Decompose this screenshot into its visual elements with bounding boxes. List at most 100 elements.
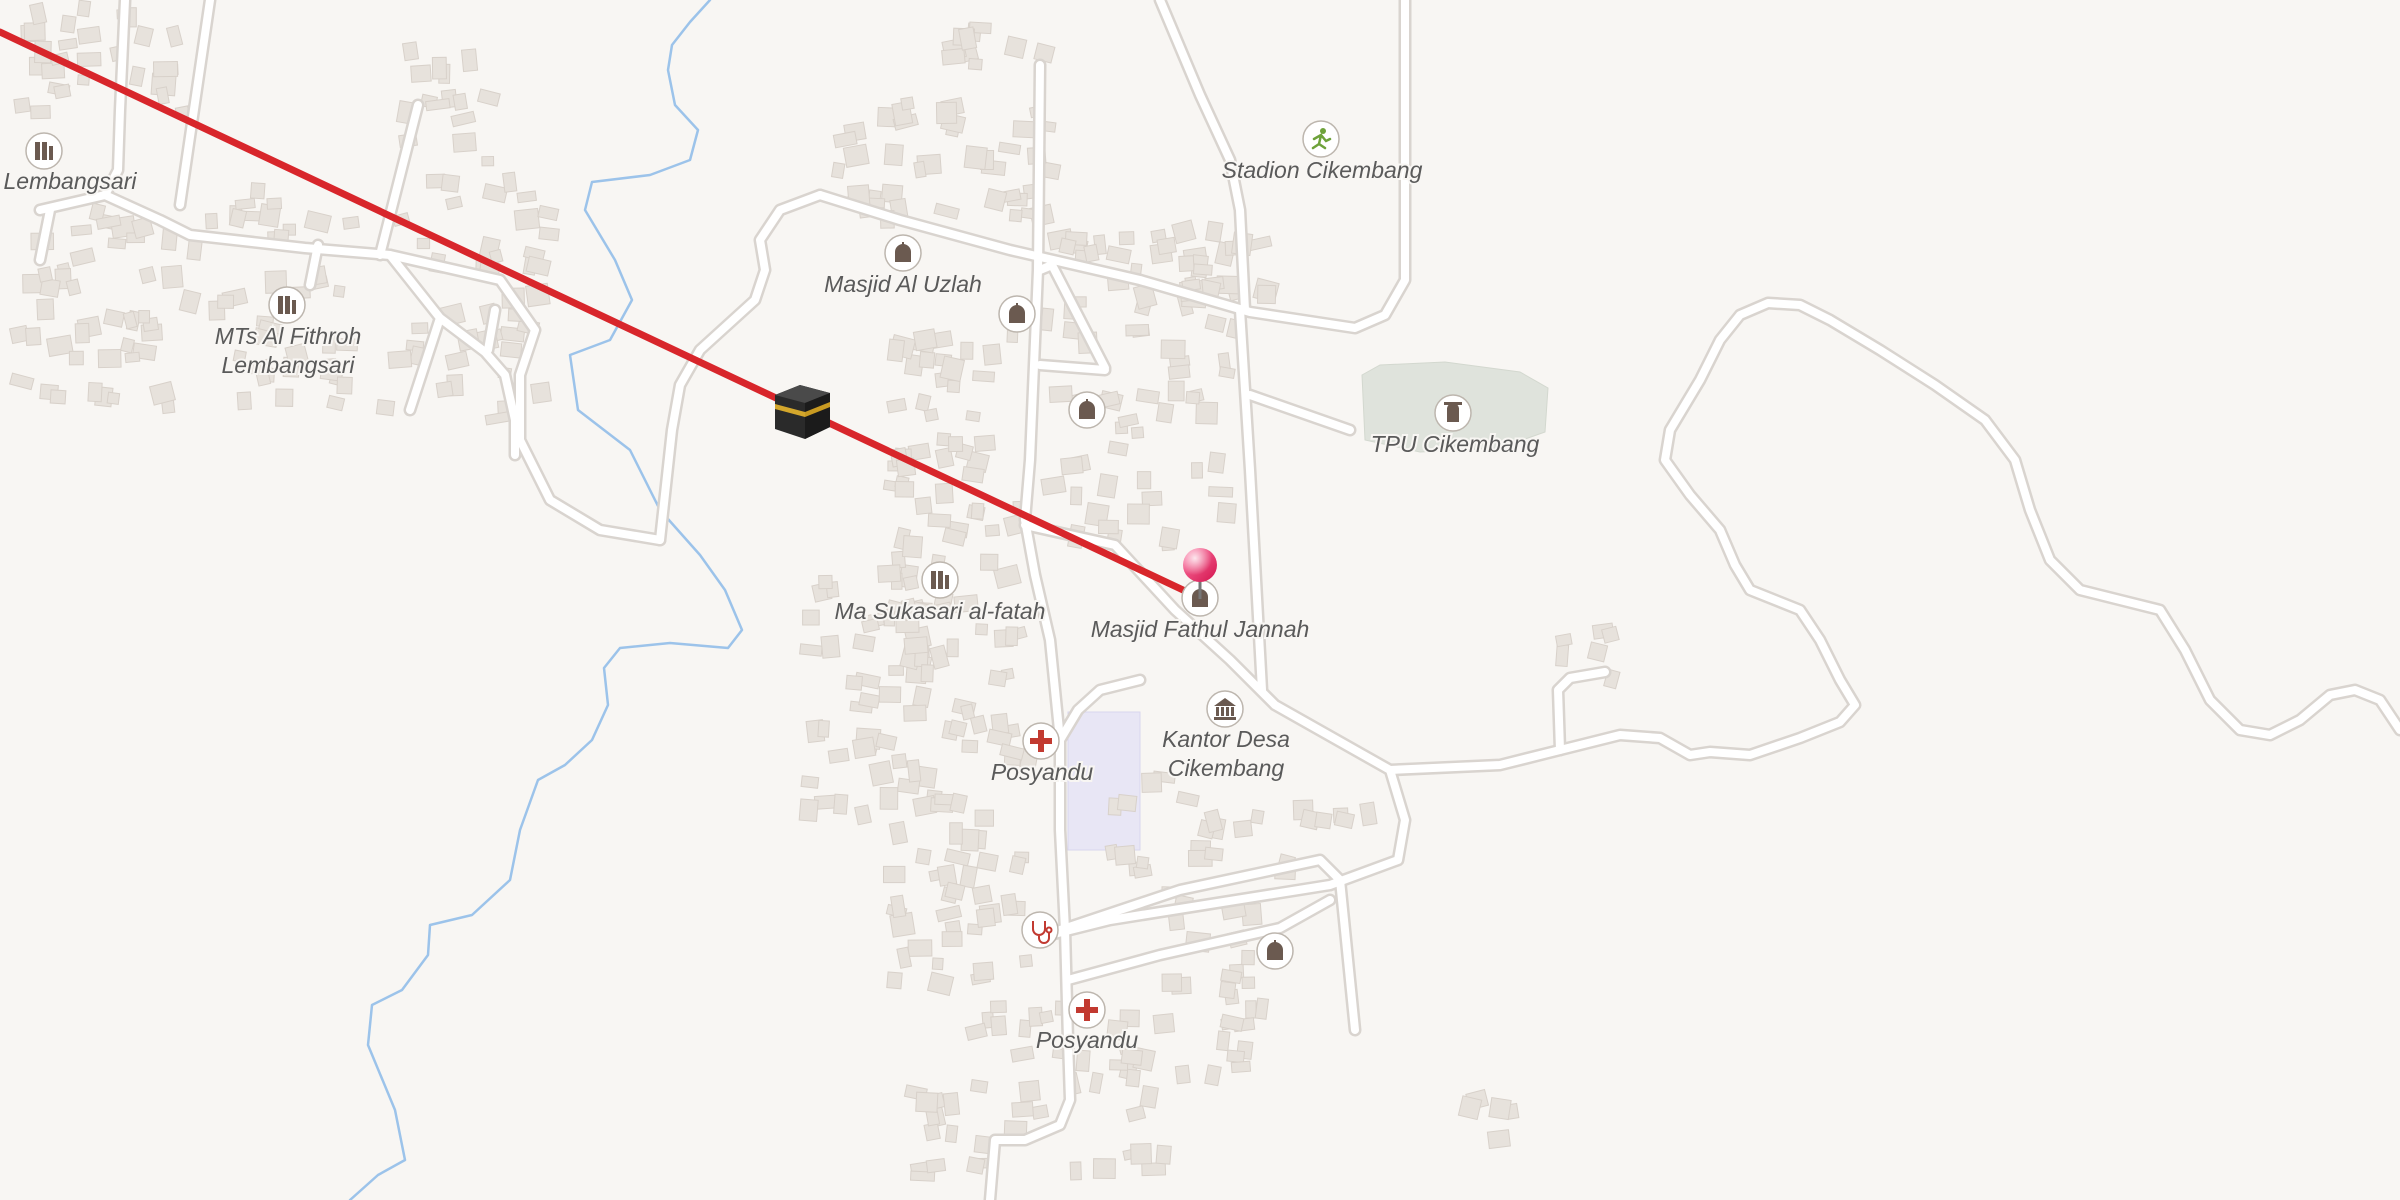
sport-icon[interactable] [1302,120,1340,158]
building-footprint [941,47,966,66]
building-footprint [969,1079,989,1094]
building-footprint [76,25,102,45]
building-footprint [1038,1009,1054,1025]
health-cross-icon[interactable] [1022,722,1060,760]
building-footprint [1457,1095,1483,1121]
building-footprint [336,376,353,395]
building-footprint [1000,893,1019,917]
school-icon[interactable] [268,286,306,324]
building-footprint [903,704,927,722]
building-footprint [411,322,429,335]
building-footprint [431,56,447,80]
building-footprint [915,847,932,866]
building-footprint [1333,810,1356,830]
building-footprint [1190,462,1204,479]
doctor-icon[interactable] [1021,911,1059,949]
building-footprint [53,83,72,100]
building-footprint [1192,263,1213,276]
mosque-icon[interactable] [1256,932,1294,970]
building-footprint [923,407,939,423]
building-footprint [947,436,964,453]
place-label: Kantor Desa [1162,726,1290,752]
building-footprint [1226,1049,1246,1064]
building-footprint [799,643,823,657]
building-footprint [944,1124,959,1144]
building-footprint [902,575,920,591]
building-footprint [976,851,999,872]
building-footprint [1167,364,1191,380]
building-footprint [987,669,1008,688]
building-footprint [1586,641,1609,663]
place-label: Lembangsari [4,168,138,194]
place-label: Posyandu [991,759,1094,785]
school-icon[interactable] [25,132,63,170]
building-footprint [1195,401,1219,425]
building-footprint [1257,284,1277,305]
building-footprint [530,381,552,404]
building-footprint [1205,220,1224,243]
building-footprint [152,61,179,78]
building-footprint [1167,380,1185,402]
building-footprint [234,197,256,211]
building-footprint [925,1158,947,1174]
building-footprint [1116,793,1138,813]
place-label: Masjid Fathul Jannah [1091,616,1310,642]
building-footprint [1156,236,1177,256]
townhall-icon[interactable] [1206,690,1244,728]
building-footprint [949,792,968,814]
building-footprint [912,328,938,352]
building-footprint [959,864,978,889]
map-canvas[interactable]: Lembangsari MTs Al Fithroh Lembangsari M… [0,0,2400,1200]
building-footprint [1135,388,1161,405]
building-footprint [907,939,933,957]
building-footprint [948,719,968,738]
school-icon[interactable] [921,561,959,599]
building-footprint [901,534,924,559]
building-footprint [845,674,864,691]
building-footprint [1135,855,1150,870]
building-footprint [513,207,541,231]
building-footprint [1096,473,1119,499]
building-footprint [23,22,46,42]
building-footprint [894,480,915,498]
building-footprint [961,465,985,484]
building-footprint [820,634,841,659]
building-footprint [972,370,996,383]
building-footprint [1207,451,1226,474]
building-footprint [1152,1012,1176,1035]
building-footprint [1241,949,1255,966]
building-footprint [946,379,961,394]
building-footprint [973,434,996,453]
place-label: Ma Sukasari al-fatah [835,598,1046,624]
place-label: MTs Al Fithroh [215,323,362,349]
building-footprint [435,380,454,399]
cemetery-icon[interactable] [1434,394,1472,432]
building-footprint [452,92,469,111]
kaaba-icon[interactable] [775,385,830,439]
mosque-icon[interactable] [1068,391,1106,429]
building-footprint [868,760,895,787]
building-footprint [1127,503,1150,525]
building-footprint [800,775,820,789]
building-footprint [1125,323,1150,337]
building-footprint [1003,35,1028,60]
building-footprint [76,0,92,18]
building-footprint [49,389,67,405]
building-footprint [410,64,432,83]
mosque-icon[interactable] [998,295,1036,333]
building-footprint [1208,486,1234,498]
building-footprint [946,638,959,658]
building-footprint [1125,1068,1141,1088]
building-footprint [387,350,413,369]
building-footprint [878,686,902,704]
building-footprint [36,298,55,321]
building-footprint [416,237,431,250]
building-footprint [984,524,1001,537]
building-footprint [1232,819,1253,839]
building-footprint [1040,475,1067,496]
building-footprint [57,37,78,51]
mosque-icon[interactable] [884,234,922,272]
building-footprint [906,759,922,783]
health-cross-icon[interactable] [1068,991,1106,1029]
building-footprint [983,187,1008,212]
